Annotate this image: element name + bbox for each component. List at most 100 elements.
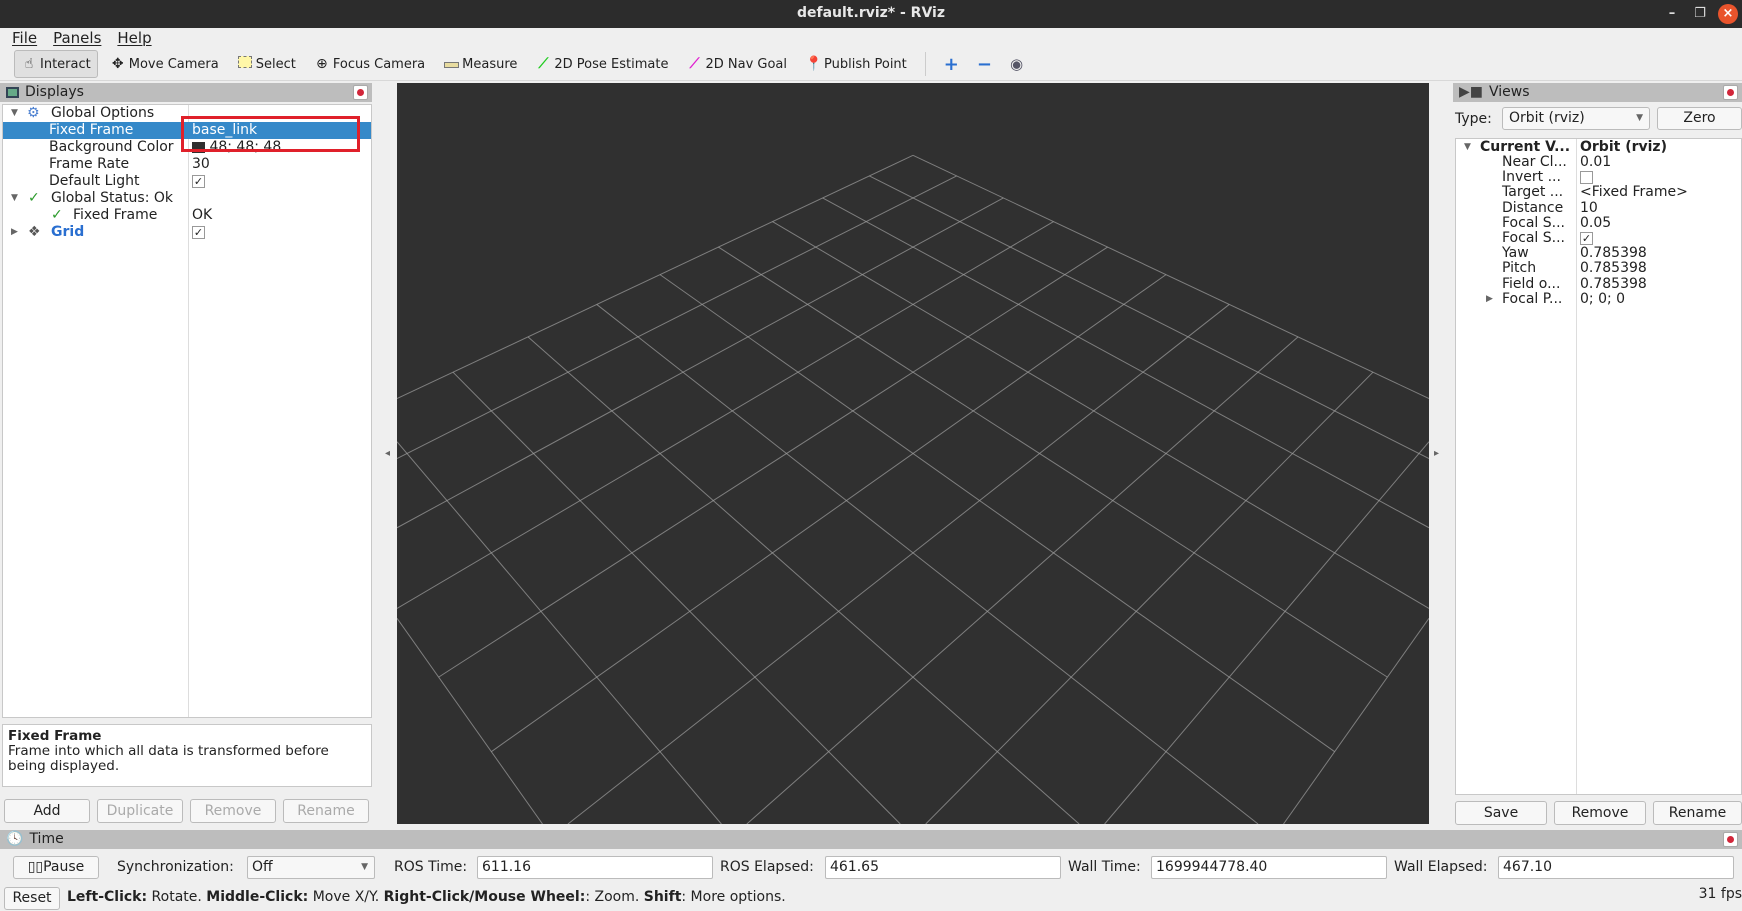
tool-2d-nav-goal[interactable]: ⟋ 2D Nav Goal — [680, 50, 793, 78]
tool-measure[interactable]: Measure — [437, 50, 523, 78]
tool-select[interactable]: Select — [231, 50, 302, 78]
tree-item-status-fixed-frame[interactable]: ✓ Fixed Frame OK — [3, 207, 371, 224]
wall-time-field[interactable]: 1699944778.40 — [1151, 856, 1387, 879]
ros-elapsed-field[interactable]: 461.65 — [825, 856, 1061, 879]
item-label: Near Cl... — [1502, 154, 1567, 170]
item-value[interactable]: 0.785398 — [1580, 246, 1647, 261]
tool-move-camera[interactable]: ✥ Move Camera — [104, 50, 225, 78]
tree-item-view-property[interactable]: ▶ Focal P... 0; 0; 0 — [1456, 291, 1742, 307]
hint-text: : More options. — [681, 889, 786, 905]
grid-line — [397, 154, 914, 400]
expand-arrow-icon[interactable]: ▼ — [11, 190, 18, 207]
item-value[interactable]: 0; 0; 0 — [1580, 291, 1625, 307]
3d-render-view[interactable] — [397, 83, 1429, 824]
close-time-button[interactable] — [1723, 832, 1738, 847]
camera-icon: ▶■ — [1459, 84, 1483, 100]
tree-item-view-property[interactable]: Near Cl... 0.01 — [1456, 155, 1742, 170]
help-text: Frame into which all data is transformed… — [8, 743, 329, 774]
zero-button[interactable]: Zero — [1657, 107, 1742, 130]
status-value: OK — [192, 207, 213, 223]
pause-label: Pause — [43, 859, 85, 875]
tree-item-view-property[interactable]: Invert ... — [1456, 170, 1742, 185]
tree-item-current-view[interactable]: ▼ Current V... Orbit (rviz) — [1456, 140, 1742, 155]
frame-rate-value[interactable]: 30 — [192, 156, 210, 173]
item-value[interactable]: 0.785398 — [1580, 276, 1647, 292]
tree-item-view-property[interactable]: Target ... <Fixed Frame> — [1456, 185, 1742, 200]
ros-time-label: ROS Time: — [394, 859, 468, 875]
tree-item-view-property[interactable]: Yaw 0.785398 — [1456, 246, 1742, 261]
tool-label: Interact — [40, 56, 91, 72]
menu-panels[interactable]: Panels — [47, 28, 107, 48]
minimize-button[interactable]: – — [1662, 4, 1682, 24]
close-displays-button[interactable] — [353, 85, 368, 100]
status-bar: Reset Left-Click: Rotate. Middle-Click: … — [0, 884, 1742, 911]
gear-icon: ⚙ — [27, 105, 40, 121]
close-window-button[interactable]: × — [1718, 4, 1738, 24]
remove-tool-button[interactable]: − — [971, 50, 998, 78]
hint-key: Right-Click/Mouse Wheel: — [383, 889, 586, 905]
grid-line — [746, 336, 1299, 824]
panel-title: Time — [29, 831, 64, 847]
tool-2d-pose-estimate[interactable]: ⟋ 2D Pose Estimate — [529, 50, 674, 78]
tree-item-view-property[interactable]: Focal S... ✓ — [1456, 231, 1742, 246]
toolbar: ☝ Interact ✥ Move Camera Select ⊕ Focus Cam… — [0, 48, 1742, 81]
right-splitter-handle[interactable]: ▸ — [1434, 448, 1439, 459]
tool-focus-camera[interactable]: ⊕ Focus Camera — [308, 50, 431, 78]
expand-arrow-icon[interactable]: ▼ — [1464, 140, 1471, 155]
left-splitter-handle[interactable]: ◂ — [385, 448, 390, 459]
grid-checkbox[interactable]: ✓ — [192, 225, 205, 239]
rename-display-button[interactable]: Rename — [283, 799, 369, 823]
wall-elapsed-field[interactable]: 467.10 — [1498, 856, 1734, 879]
property-checkbox[interactable] — [1580, 170, 1593, 184]
tree-item-global-status[interactable]: ▼ ✓ Global Status: Ok — [3, 190, 371, 207]
tree-item-view-property[interactable]: Field o... 0.785398 — [1456, 276, 1742, 292]
grid-line — [925, 371, 1374, 824]
grid-line — [596, 304, 1259, 824]
close-views-button[interactable] — [1723, 85, 1738, 100]
highlight-box — [181, 116, 360, 152]
reset-button[interactable]: Reset — [4, 887, 60, 910]
wall-elapsed-label: Wall Elapsed: — [1394, 859, 1488, 875]
item-value[interactable]: 0.01 — [1580, 155, 1611, 170]
tree-item-default-light[interactable]: Default Light ✓ — [3, 173, 371, 190]
menu-file[interactable]: File — [6, 28, 43, 48]
grid-line — [397, 617, 543, 824]
pause-button[interactable]: ▯▯Pause — [13, 856, 99, 879]
duplicate-display-button[interactable]: Duplicate — [97, 799, 183, 823]
tree-item-view-property[interactable]: Focal S... 0.05 — [1456, 215, 1742, 231]
tool-label: Select — [255, 56, 296, 72]
ros-time-field[interactable]: 611.16 — [477, 856, 713, 879]
menu-help[interactable]: Help — [111, 28, 157, 48]
default-light-checkbox[interactable]: ✓ — [192, 174, 205, 188]
item-value[interactable]: 0.785398 — [1580, 261, 1647, 276]
view-type-select[interactable]: Orbit (rviz) ▼ — [1502, 107, 1650, 130]
tool-interact[interactable]: ☝ Interact — [14, 50, 98, 78]
maximize-button[interactable]: ❐ — [1690, 4, 1710, 24]
remove-view-button[interactable]: Remove — [1554, 801, 1646, 825]
item-value[interactable]: <Fixed Frame> — [1580, 185, 1688, 200]
add-display-button[interactable]: Add — [4, 799, 90, 823]
collapse-arrow-icon[interactable]: ▶ — [11, 224, 18, 241]
rename-view-button[interactable]: Rename — [1653, 801, 1742, 825]
toolbar-separator — [924, 52, 926, 76]
tree-item-grid[interactable]: ▶ ❖ Grid ✓ — [3, 224, 371, 241]
sync-select[interactable]: Off ▼ — [247, 856, 375, 879]
save-view-button[interactable]: Save — [1455, 801, 1547, 825]
tree-item-view-property[interactable]: Pitch 0.785398 — [1456, 261, 1742, 276]
tree-item-view-property[interactable]: Distance 10 — [1456, 200, 1742, 216]
item-label: Global Status: Ok — [51, 190, 174, 206]
panel-title: Displays — [25, 84, 84, 100]
clock-icon: 🕓 — [6, 831, 24, 847]
item-value[interactable]: 10 — [1580, 200, 1598, 216]
property-checkbox[interactable]: ✓ — [1580, 231, 1593, 245]
expand-arrow-icon[interactable]: ▼ — [11, 105, 18, 122]
item-value[interactable]: 0.05 — [1580, 215, 1611, 231]
collapse-arrow-icon[interactable]: ▶ — [1486, 292, 1493, 307]
tree-item-frame-rate[interactable]: Frame Rate 30 — [3, 156, 371, 173]
remove-display-button[interactable]: Remove — [190, 799, 276, 823]
eye-icon: ◉ — [1009, 55, 1024, 73]
panels-visibility-button[interactable]: ◉ — [1004, 50, 1029, 78]
add-tool-button[interactable]: + — [938, 50, 965, 78]
tool-publish-point[interactable]: 📍 Publish Point — [799, 50, 913, 78]
check-icon: ✓ — [51, 207, 63, 223]
